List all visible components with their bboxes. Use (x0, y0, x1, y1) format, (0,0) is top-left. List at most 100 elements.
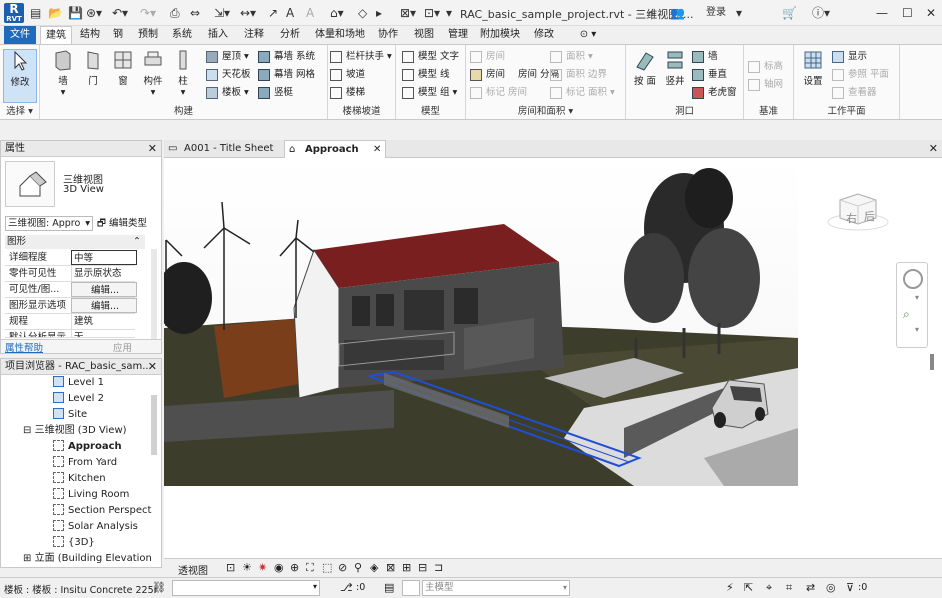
open-icon[interactable]: ▤ (30, 5, 41, 21)
tab-structure[interactable]: 结构 (76, 26, 104, 44)
editable-only-icon[interactable]: ⎇ (340, 581, 353, 594)
panel-label-room-area[interactable]: 房间和面积 ▾ (466, 103, 625, 117)
tab-annotate[interactable]: 注释 (240, 26, 268, 44)
thin-lines-icon[interactable]: ▸ (376, 5, 382, 21)
worksharing-display-icon[interactable]: ⊠ (386, 561, 395, 574)
close-inactive-views-icon[interactable]: ✕ (929, 142, 938, 155)
apply-button[interactable]: 应用 (113, 340, 132, 354)
tab-a001-title-sheet[interactable]: ▭ A001 - Title Sheet (164, 140, 282, 158)
model-text-button[interactable]: 模型 文字 (402, 49, 459, 65)
tag-room-button[interactable]: 标记 房间 (470, 85, 527, 101)
room-top-button[interactable]: 房间 (470, 49, 505, 65)
model-line-button[interactable]: 模型 线 (402, 67, 450, 83)
tab-analyze[interactable]: 分析 (276, 26, 304, 44)
tree-item-approach[interactable]: Approach (53, 439, 122, 455)
text-a-icon[interactable]: A (306, 5, 314, 21)
tab-manage[interactable]: 管理 (444, 26, 472, 44)
workset-dropdown[interactable]: ▾ (172, 580, 320, 596)
tab-view[interactable]: 视图 (410, 26, 438, 44)
close-tab-icon[interactable]: ✕ (373, 141, 381, 159)
tree-item-from-yard[interactable]: From Yard (53, 455, 117, 471)
close-icon[interactable]: ✕ (926, 5, 936, 21)
category-graphics[interactable]: 图形 ⌃ (5, 235, 145, 249)
ref-plane-button[interactable]: 参照 平面 (832, 67, 889, 83)
window-button[interactable]: 窗 (106, 49, 140, 97)
show-rendering-icon[interactable]: ◉ (274, 561, 284, 574)
stair-button[interactable]: 楼梯 (330, 85, 365, 101)
wheel-dropdown-icon[interactable]: ▾ (915, 293, 919, 302)
tab-massing-site[interactable]: 体量和场地 (312, 26, 368, 44)
show-crop-region-icon[interactable]: ⬚ (322, 561, 332, 574)
zoom-icon[interactable]: ⌕ (903, 307, 921, 323)
drag-on-selection-icon[interactable]: ⇄ (806, 581, 815, 594)
tree-item-kitchen[interactable]: Kitchen (53, 471, 106, 487)
sign-in-dropdown-icon[interactable]: ▾ (736, 5, 742, 21)
maximize-icon[interactable]: ☐ (902, 5, 913, 21)
tag-area-button[interactable]: 标记 面积 ▾ (550, 85, 615, 101)
model-group-button[interactable]: 模型 组 ▾ (402, 85, 457, 101)
tab-addins[interactable]: 附加模块 (478, 26, 522, 44)
section-icon[interactable]: ◇ (358, 5, 367, 21)
sign-in-link[interactable]: 登录 (706, 5, 726, 21)
drawing-canvas[interactable]: 右 后 ▾ ⌕ ▾ (156, 158, 942, 558)
prop-value-detail-level[interactable]: 中等 (71, 250, 137, 265)
close-hidden-icon[interactable]: ⊠▾ (400, 5, 416, 21)
background-process-icon[interactable]: ◎ (826, 581, 836, 594)
print-icon[interactable]: ⎙ (170, 5, 180, 21)
analytical-model-icon[interactable]: ⊐ (434, 561, 443, 574)
set-workplane-button[interactable]: 设置 (796, 49, 830, 97)
main-model-dropdown[interactable]: 主模型 ▾ (422, 580, 570, 596)
switch-windows-icon[interactable]: ⊡▾ (424, 5, 440, 21)
tag-icon[interactable]: ↗ (268, 5, 278, 21)
unlocked-view-icon[interactable]: ⊘ (338, 561, 347, 574)
shadows-icon[interactable]: ✷ (258, 561, 267, 574)
tab-architecture[interactable]: 建筑 (40, 26, 72, 44)
tab-extra-dropdown[interactable]: ⊙ ▾ (574, 26, 602, 44)
select-by-face-icon[interactable]: ⌗ (786, 581, 792, 595)
ceiling-button[interactable]: 天花板 (206, 67, 251, 83)
worksets-icon[interactable]: ⛓ (152, 581, 166, 594)
revit-logo[interactable]: R RVT (4, 3, 24, 23)
reveal-constraints-icon[interactable]: ⊟ (418, 561, 427, 574)
panel-label-select[interactable]: 选择 ▾ (0, 103, 39, 117)
by-face-button[interactable]: 按 面 (628, 49, 662, 97)
column-button[interactable]: 柱 ▾ (166, 49, 200, 98)
customize-qat-icon[interactable]: ▾ (446, 5, 452, 21)
tab-steel[interactable]: 钢 (108, 26, 128, 44)
default-3d-icon[interactable]: ⌂▾ (330, 5, 344, 21)
select-underlay-icon[interactable]: ⇱ (744, 581, 753, 594)
tree-item-site[interactable]: Site (53, 407, 87, 423)
select-pinned-icon[interactable]: ⌖ (766, 581, 772, 595)
tree-item-default-3d[interactable]: {3D} (53, 535, 95, 551)
sync-icon[interactable]: ⊛▾ (86, 5, 102, 21)
curtain-system-button[interactable]: 幕墙 系统 (258, 49, 315, 65)
railing-button[interactable]: 栏杆扶手 ▾ (330, 49, 392, 65)
select-links-icon[interactable]: ⚡ (726, 581, 734, 594)
tree-group-3d-views[interactable]: ⊟ 三维视图 (3D View) (23, 423, 127, 439)
edit-type-button[interactable]: 🗗 编辑类型 (97, 216, 147, 231)
properties-close-icon[interactable]: ✕ (148, 141, 157, 157)
canvas-scroll-handle[interactable] (930, 354, 934, 370)
measure-angle-icon[interactable]: ⇲▾ (214, 5, 230, 21)
tree-item-level-1[interactable]: Level 1 (53, 375, 104, 391)
user-icon[interactable]: 👥 (670, 5, 685, 21)
open-folder-icon[interactable]: 📂 (48, 5, 63, 21)
shaft-button[interactable]: 竖井 (658, 49, 692, 97)
show-workplane-button[interactable]: 显示 (832, 49, 867, 65)
undo-icon[interactable]: ↶▾ (112, 5, 128, 21)
ramp-button[interactable]: 坡道 (330, 67, 365, 83)
zoom-dropdown-icon[interactable]: ▾ (915, 325, 919, 334)
tab-insert[interactable]: 插入 (204, 26, 232, 44)
room-button[interactable]: 房间 (470, 67, 505, 83)
viewcube[interactable] (827, 193, 889, 231)
floor-button[interactable]: 楼板 ▾ (206, 85, 249, 101)
measure-icon[interactable]: ⇔ (190, 5, 200, 21)
level-button[interactable]: 标高 (748, 59, 783, 75)
aligned-dimension-icon[interactable]: ↔▾ (240, 5, 256, 21)
crop-view-icon[interactable]: ⛶ (306, 561, 314, 575)
dormer-button[interactable]: 老虎窗 (692, 85, 737, 101)
minimize-icon[interactable]: — (876, 5, 888, 21)
tree-group-elevations[interactable]: ⊞ 立面 (Building Elevation (23, 551, 152, 567)
prop-value-parts-visibility[interactable]: 显示原状态 (71, 266, 137, 281)
curtain-grid-button[interactable]: 幕墙 网格 (258, 67, 315, 83)
